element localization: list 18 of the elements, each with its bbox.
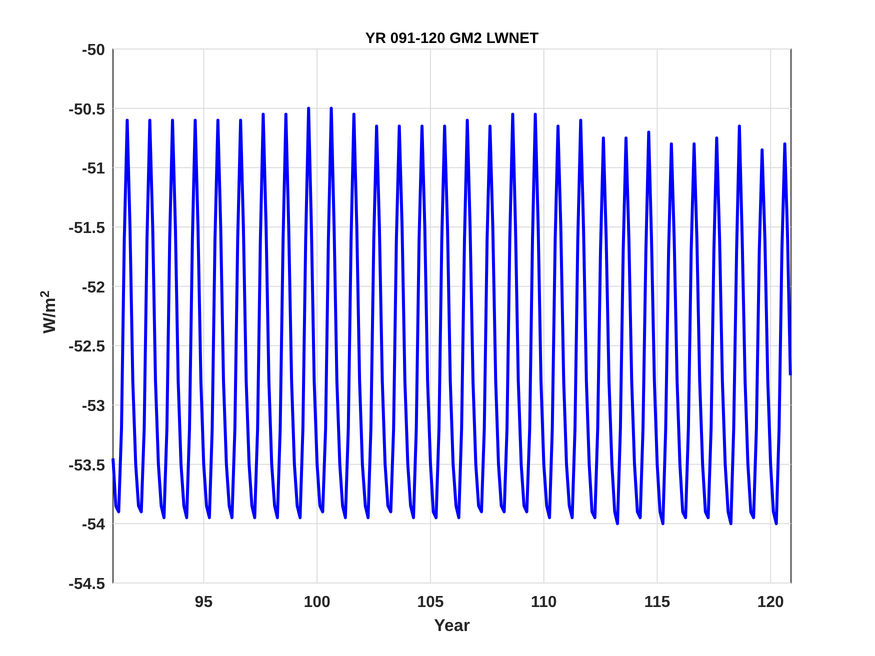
tick-label: -54.5 <box>68 576 105 593</box>
tick-label: 120 <box>757 594 784 611</box>
tick-label: -52.5 <box>68 338 105 356</box>
axis-label: Year <box>434 616 470 635</box>
tick-label: 100 <box>304 594 330 611</box>
tick-label: -51 <box>82 160 105 178</box>
tick-label: -52 <box>82 279 105 296</box>
tick-label: -50 <box>82 42 105 59</box>
tick-label: 115 <box>644 594 670 611</box>
tick-label: -50.5 <box>68 101 105 118</box>
tick-label: -54 <box>82 516 105 534</box>
tick-label: 105 <box>417 594 444 611</box>
tick-label: -51.5 <box>68 220 105 237</box>
tick-label: -53.5 <box>68 457 105 474</box>
tick-label: 95 <box>194 594 213 611</box>
chart-title: YR 091-120 GM2 LWNET <box>365 30 539 47</box>
tick-label: 110 <box>530 594 557 611</box>
tick-label: -53 <box>82 398 105 415</box>
